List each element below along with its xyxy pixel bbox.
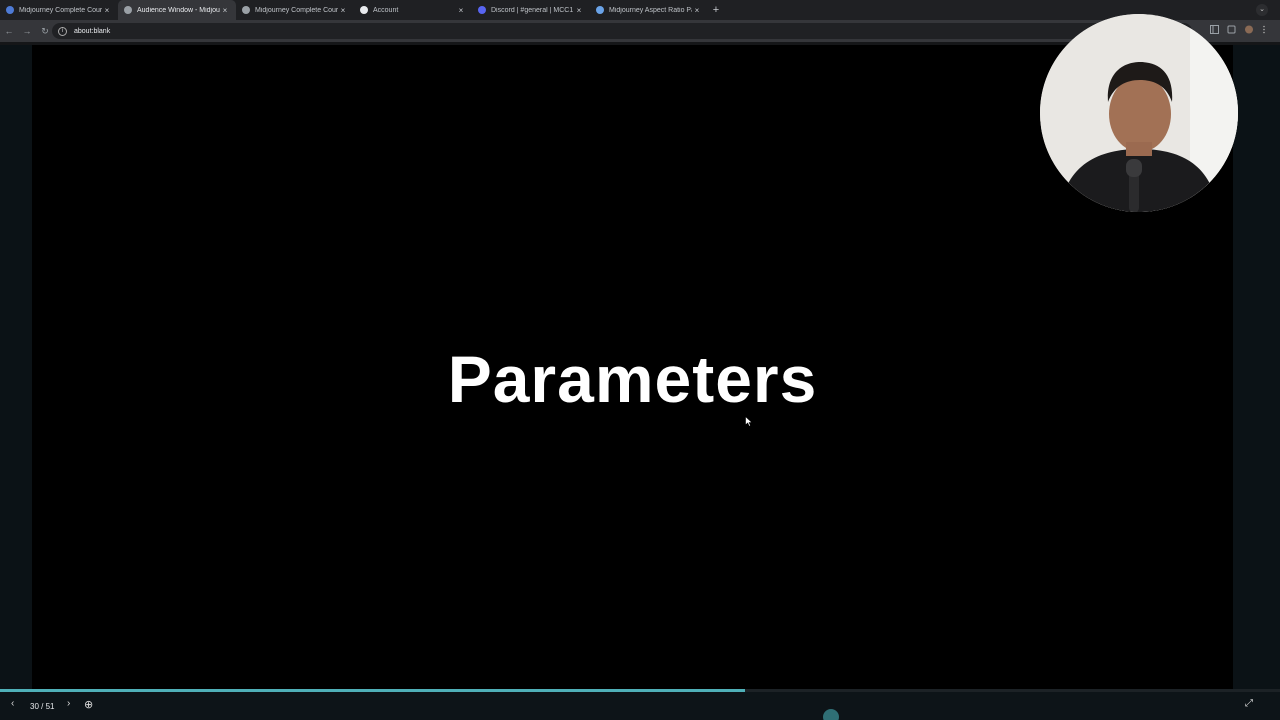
next-slide-button[interactable]: › — [67, 698, 70, 709]
browser-tab[interactable]: Midjourney Complete Course × — [236, 0, 354, 20]
sidebar-icon[interactable] — [1210, 25, 1219, 34]
tab-favicon-icon — [478, 6, 486, 14]
tab-title: Midjourney Complete Course — [19, 6, 102, 14]
browser-tab[interactable]: Account × — [354, 0, 472, 20]
slide-title: Parameters — [447, 342, 818, 416]
browser-tab[interactable]: Audience Window - Midjourney× — [118, 0, 236, 20]
tab-list: Midjourney Complete Course × Audience Wind… — [0, 0, 708, 20]
toolbar-actions — [1210, 25, 1266, 34]
page-counter: 30 / 51 — [30, 702, 55, 711]
tab-title: Midjourney Complete Course — [255, 6, 338, 14]
extensions-icon[interactable] — [1227, 25, 1236, 34]
tab-close-icon[interactable]: × — [338, 6, 348, 15]
address-url[interactable]: about:blank — [74, 28, 110, 35]
tab-favicon-icon — [360, 6, 368, 14]
tab-title: Discord | #general | MCC1 — [491, 6, 574, 14]
browser-tab[interactable]: Midjourney Complete Course × — [0, 0, 118, 20]
tab-favicon-icon — [6, 6, 14, 14]
scrub-handle[interactable] — [823, 709, 839, 720]
tab-close-icon[interactable]: × — [102, 6, 112, 15]
zoom-icon[interactable]: ⊕ — [84, 698, 93, 711]
tab-close-icon[interactable]: × — [456, 6, 466, 15]
tab-favicon-icon — [242, 6, 250, 14]
back-button[interactable]: ← — [0, 26, 18, 36]
browser-tab-strip: Midjourney Complete Course × Audience Wind… — [0, 0, 1280, 20]
mouse-cursor-icon — [745, 416, 753, 427]
browser-tab[interactable]: Discord | #general | MCC1 × — [472, 0, 590, 20]
new-tab-button[interactable]: + — [708, 0, 724, 20]
presentation-left-margin — [0, 45, 32, 690]
tab-title: Audience Window - Midjourney — [137, 6, 220, 14]
tab-close-icon[interactable]: × — [574, 6, 584, 15]
tab-favicon-icon — [596, 6, 604, 14]
tab-close-icon[interactable]: × — [692, 6, 702, 15]
forward-button[interactable]: → — [18, 26, 36, 36]
tab-title: Midjourney Aspect Ratio Para — [609, 6, 692, 14]
tab-search-icon[interactable]: ⌄ — [1256, 4, 1268, 16]
menu-icon[interactable] — [1262, 25, 1266, 34]
browser-tab[interactable]: Midjourney Aspect Ratio Para × — [590, 0, 708, 20]
presenter-image — [1040, 14, 1238, 212]
tab-close-icon[interactable]: × — [220, 6, 230, 15]
player-controls — [0, 692, 1280, 720]
presenter-webcam — [1040, 14, 1238, 212]
site-info-icon[interactable]: i — [58, 26, 67, 36]
presentation-right-margin — [1233, 45, 1280, 690]
previous-slide-button[interactable]: ‹ — [11, 698, 14, 709]
address-bar[interactable]: i about:blank — [52, 23, 1192, 39]
tab-favicon-icon — [124, 6, 132, 14]
tab-title: Account — [373, 6, 399, 14]
profile-icon[interactable] — [1244, 25, 1254, 34]
fullscreen-icon[interactable]: ⤢ — [1245, 698, 1253, 709]
